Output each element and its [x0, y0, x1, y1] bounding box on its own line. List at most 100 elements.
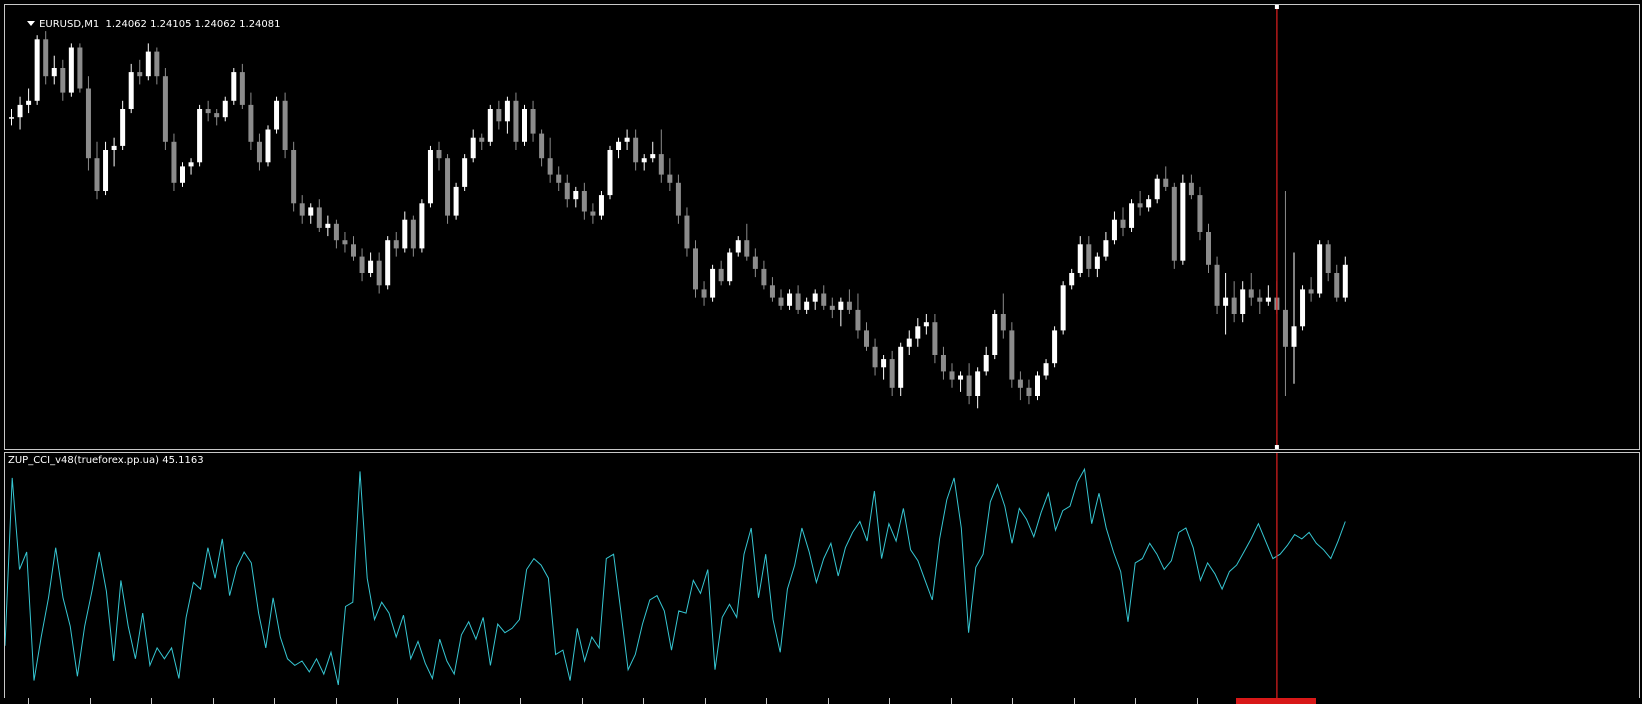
candle-body	[573, 191, 579, 200]
time-axis-tick	[1012, 698, 1013, 704]
candle-body	[1129, 203, 1135, 228]
candle-body	[197, 109, 203, 163]
crosshair-handle[interactable]	[1274, 5, 1279, 9]
time-axis-tick	[582, 698, 583, 704]
candle-body	[1282, 309, 1288, 347]
candle-body	[949, 371, 955, 380]
candlestick-chart[interactable]	[5, 5, 1639, 449]
candle-body	[1188, 182, 1194, 196]
candle-body	[804, 301, 810, 310]
mt4-chart-window: EURUSD,M1 1.24062 1.24105 1.24062 1.2408…	[0, 0, 1642, 704]
candle-body	[778, 297, 784, 306]
candle-body	[1052, 330, 1058, 364]
candle-body	[94, 158, 100, 191]
candle-body	[667, 174, 673, 183]
time-axis-tick	[1135, 698, 1136, 704]
candle-body	[1334, 273, 1340, 298]
dropdown-triangle-icon[interactable]	[27, 21, 36, 26]
candle-body	[607, 150, 613, 196]
candle-body	[624, 137, 630, 142]
candle-body	[171, 141, 177, 183]
candle-body	[795, 293, 801, 310]
candle-body	[1120, 219, 1126, 228]
cci-line-chart[interactable]	[5, 453, 1639, 699]
time-axis-tick	[889, 698, 890, 704]
candle-body	[975, 371, 981, 396]
time-axis-tick	[520, 698, 521, 704]
candle-body	[701, 289, 707, 298]
time-axis-tick	[336, 698, 337, 704]
candle-body	[821, 293, 827, 306]
candle-body	[222, 100, 228, 118]
candle-body	[1086, 244, 1092, 269]
candle-body	[34, 39, 40, 101]
candle-body	[231, 72, 237, 101]
crosshair-handle[interactable]	[1274, 445, 1279, 449]
crosshair-time-marker	[1235, 698, 1316, 704]
candle-body	[137, 72, 143, 77]
candle-body	[470, 137, 476, 159]
candle-body	[1077, 244, 1083, 273]
time-axis-tick	[951, 698, 952, 704]
candle-body	[479, 137, 485, 142]
candle-body	[684, 215, 690, 249]
candle-body	[633, 137, 639, 163]
candle-body	[992, 314, 998, 355]
time-axis-tick	[213, 698, 214, 704]
candle-body	[564, 182, 570, 200]
candle-body	[85, 88, 91, 159]
candle-body	[77, 47, 83, 89]
candle-body	[1035, 375, 1040, 396]
candle-body	[1214, 264, 1220, 306]
candle-body	[359, 256, 365, 273]
candle-body	[333, 223, 339, 241]
candle-body	[1009, 330, 1015, 380]
candle-body	[838, 301, 844, 310]
price-chart-pane[interactable]: EURUSD,M1 1.24062 1.24105 1.24062 1.2408…	[4, 4, 1640, 450]
candle-body	[1197, 195, 1203, 232]
candle-body	[256, 141, 262, 163]
candle-body	[162, 76, 168, 142]
candle-body	[522, 109, 527, 142]
candle-body	[598, 195, 604, 216]
candle-body	[1171, 186, 1177, 261]
candle-body	[9, 117, 14, 119]
candle-body	[1137, 203, 1143, 208]
time-axis-tick	[459, 698, 460, 704]
candle-body	[1223, 297, 1229, 306]
candle-body	[1069, 273, 1075, 286]
candle-body	[427, 150, 433, 204]
candle-body	[787, 293, 793, 306]
time-axis-tick	[274, 698, 275, 704]
candle-body	[513, 100, 519, 142]
candle-body	[829, 305, 835, 310]
candle-body	[402, 219, 408, 249]
candle-body	[325, 223, 331, 228]
candle-body	[60, 68, 66, 93]
candle-body	[675, 182, 681, 216]
candle-body	[1146, 199, 1152, 208]
time-axis-tick	[828, 698, 829, 704]
candle-body	[1308, 289, 1314, 294]
candle-body	[547, 158, 553, 175]
candle-body	[410, 219, 416, 249]
candle-body	[385, 240, 391, 286]
candle-body	[419, 203, 425, 249]
candle-body	[487, 109, 493, 142]
candle-body	[923, 322, 929, 327]
candle-body	[462, 158, 468, 187]
time-axis-tick	[705, 698, 706, 704]
candle-body	[26, 100, 32, 105]
symbol-header: EURUSD,M1 1.24062 1.24105 1.24062 1.2408…	[8, 7, 281, 43]
candle-body	[154, 51, 160, 77]
candle-body	[932, 322, 938, 355]
time-axis-tick	[397, 698, 398, 704]
candle-body	[906, 338, 912, 347]
candle-body	[812, 293, 818, 302]
candle-body	[436, 150, 442, 159]
indicator-pane[interactable]: ZUP_CCI_v48(trueforex.pp.ua) 45.1163	[4, 452, 1640, 700]
candle-body	[744, 240, 750, 257]
candle-body	[752, 256, 758, 269]
candle-body	[769, 285, 775, 298]
candle-body	[351, 244, 356, 257]
